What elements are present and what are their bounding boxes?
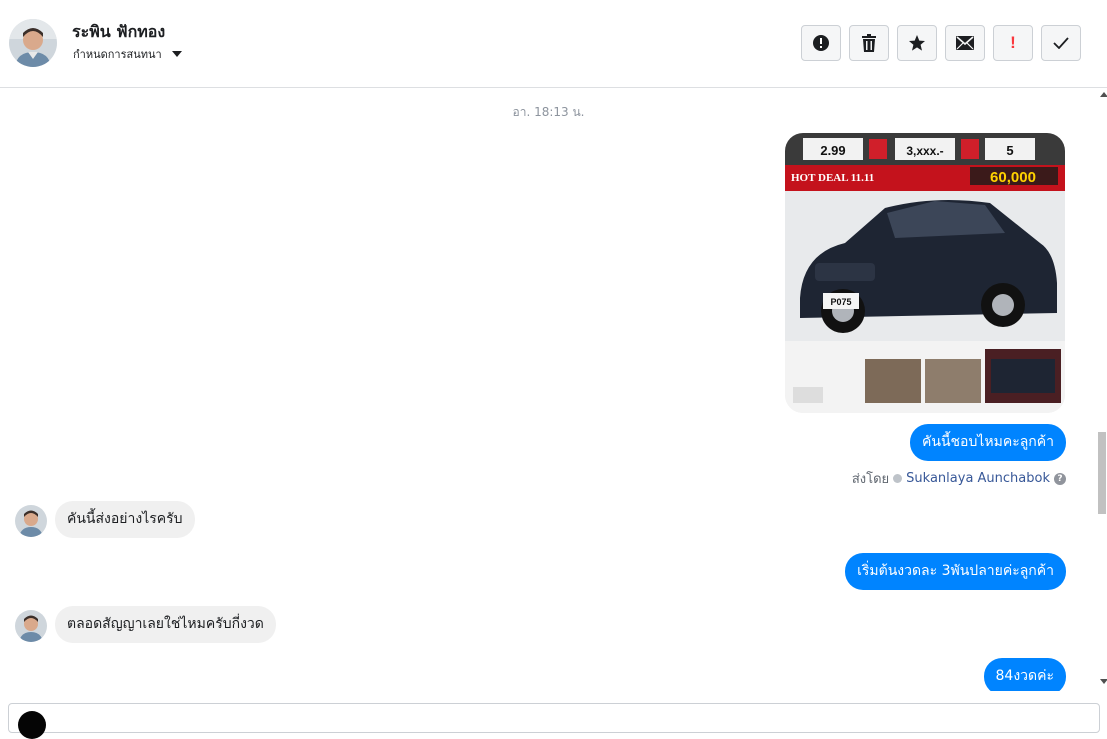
caret-down-icon (171, 51, 182, 57)
sent-by-attribution: ส่งโดย Sukanlaya Aunchabok ? (852, 468, 1066, 489)
outgoing-message[interactable]: 84งวดค่ะ (983, 658, 1066, 691)
contact-avatar-small (15, 505, 47, 537)
alert-circle-icon (813, 35, 829, 51)
mark-done-button[interactable] (1041, 25, 1081, 61)
sent-by-prefix: ส่งโดย (851, 472, 890, 487)
scroll-down-arrow-icon[interactable] (1100, 679, 1107, 684)
delete-button[interactable] (849, 25, 889, 61)
star-icon (909, 35, 925, 51)
incoming-message[interactable]: ตลอดสัญญาเลยใช่ไหมครับกี่งวด (55, 606, 276, 643)
contact-avatar-small (15, 610, 47, 642)
car-image-message[interactable]: 2.99 3,xxx.- 5 HOT DEAL 11.11 60,000 P07… (785, 133, 1065, 413)
contact-avatar[interactable] (9, 19, 57, 67)
mark-unread-button[interactable] (945, 25, 985, 61)
check-icon (1053, 37, 1069, 49)
incoming-message[interactable]: คันนี้ส่งอย่างไรครับ (55, 501, 195, 538)
outgoing-message[interactable]: คันนี้ชอบไหมคะลูกค้า (910, 424, 1066, 461)
mark-spam-button[interactable] (801, 25, 841, 61)
message-timestamp: อา. 18:13 น. (512, 105, 585, 119)
ad-hot-deal: HOT DEAL 11.11 (791, 172, 874, 184)
follow-up-button[interactable]: ! (993, 25, 1033, 61)
ad-price-2: 3,xxx.- (906, 144, 943, 158)
ad-price-1: 2.99 (820, 143, 845, 158)
assign-conversation-dropdown[interactable]: กำหนดการสนทนา (73, 45, 182, 63)
envelope-icon (956, 36, 974, 50)
conversation-thread[interactable]: อา. 18:13 น. 2.99 3,xxx.- 5 HOT DEAL 11.… (0, 89, 1097, 691)
ad-price-3: 5 (1006, 143, 1013, 158)
ad-discount: 60,000 (990, 169, 1036, 186)
help-icon[interactable]: ? (1054, 472, 1066, 485)
scroll-up-arrow-icon[interactable] (1100, 92, 1107, 97)
assign-label: กำหนดการสนทนา (73, 48, 162, 61)
sent-by-agent[interactable]: Sukanlaya Aunchabok (906, 471, 1050, 486)
scrollbar-thumb[interactable] (1098, 432, 1106, 514)
trash-icon (862, 34, 876, 52)
ad-plate: P075 (830, 297, 851, 307)
conversation-toolbar: ! (801, 25, 1081, 61)
contact-name: ระพิน ฟักทอง (72, 22, 166, 41)
message-composer[interactable] (8, 703, 1100, 733)
conversation-header: ระพิน ฟักทอง กำหนดการสนทนา ! (0, 0, 1107, 88)
verified-icon (893, 474, 903, 483)
car-ad-image: 2.99 3,xxx.- 5 HOT DEAL 11.11 60,000 P07… (785, 133, 1065, 413)
outgoing-message[interactable]: เริ่มต้นงวดละ 3พันปลายค่ะลูกค้า (845, 553, 1066, 590)
conversation-scrollbar[interactable] (1097, 89, 1107, 691)
exclamation-icon: ! (1010, 33, 1016, 52)
composer-avatar (18, 711, 46, 739)
star-button[interactable] (897, 25, 937, 61)
